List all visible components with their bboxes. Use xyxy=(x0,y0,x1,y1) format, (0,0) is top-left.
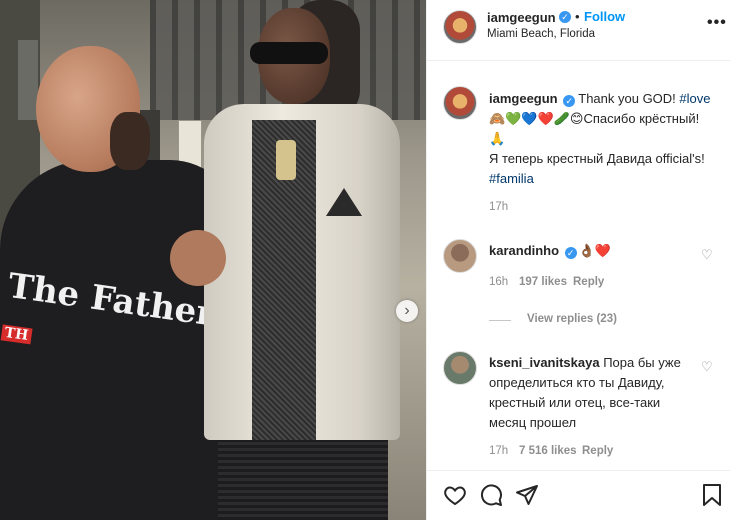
avatar[interactable] xyxy=(443,10,477,44)
follow-button[interactable]: Follow xyxy=(584,9,625,24)
caption-avatar[interactable] xyxy=(443,86,477,120)
caption-text-line4: Я теперь крестный Давида official's! xyxy=(489,151,705,166)
comment-reply-button[interactable]: Reply xyxy=(573,276,604,288)
person-right-pants xyxy=(218,440,388,520)
hashtag-love[interactable]: #love xyxy=(679,91,710,106)
hashtag-familia[interactable]: #familia xyxy=(489,171,534,186)
person-right-sunglasses xyxy=(250,42,328,64)
header-username[interactable]: iamgeegun xyxy=(487,10,556,25)
photo-pipe xyxy=(18,40,38,120)
comment-username[interactable]: karandinho xyxy=(489,243,559,258)
hoodie-print-sub: TH xyxy=(0,324,33,345)
caption-time[interactable]: 17h xyxy=(489,201,508,213)
caption-username[interactable]: iamgeegun xyxy=(489,91,558,106)
verified-icon: ✓ xyxy=(563,95,576,107)
comment-icon[interactable] xyxy=(479,483,503,507)
comment-line-4: месяц прошел xyxy=(489,415,577,430)
post-photo[interactable]: The Father TH › xyxy=(0,0,426,520)
comment-line-3: крестный или отец, все-таки xyxy=(489,395,661,410)
post-sidebar: iamgeegun ✓ • Follow Miami Beach, Florid… xyxy=(426,0,730,520)
comments-list: iamgeegun ✓ Thank you GOD! #love 🙈💚💙❤️🥒😊С… xyxy=(427,61,730,471)
comment-avatar-kseni[interactable] xyxy=(443,351,477,385)
share-icon[interactable] xyxy=(515,483,539,507)
comment-line-1: Пора бы уже xyxy=(603,355,681,370)
next-photo-button[interactable]: › xyxy=(396,300,418,322)
comment-time[interactable]: 17h xyxy=(489,445,508,457)
person-right-chain xyxy=(276,140,296,180)
comment-text-2: kseni_ivanitskaya Пора бы уже определить… xyxy=(489,353,695,433)
separator-dot: • xyxy=(575,9,580,24)
comment-likes[interactable]: 197 likes xyxy=(519,276,567,288)
caption-text-line2: Спасибо крёстный! xyxy=(583,111,700,126)
view-replies-line xyxy=(489,320,511,321)
instagram-post: The Father TH › iamgeegun ✓ • Follow Mia… xyxy=(0,0,730,520)
location-link[interactable]: Miami Beach, Florida xyxy=(487,28,595,40)
comment-time[interactable]: 16h xyxy=(489,276,508,288)
jacket-triangle-logo xyxy=(326,188,362,216)
caption-text: iamgeegun ✓ Thank you GOD! #love 🙈💚💙❤️🥒😊С… xyxy=(489,89,719,189)
view-replies-button[interactable]: View replies (23) xyxy=(527,313,617,325)
caption-pray-emoji: 🙏 xyxy=(489,131,506,146)
comment-reply-button[interactable]: Reply xyxy=(582,445,613,457)
comment-emoji: 👌🏾❤️ xyxy=(578,243,612,258)
action-bar xyxy=(427,470,730,521)
handshake xyxy=(170,230,226,286)
comment-likes[interactable]: 7 516 likes xyxy=(519,445,577,457)
caption-emoji-line: 🙈💚💙❤️🥒😊 xyxy=(489,111,584,126)
person-left-beard xyxy=(110,112,150,170)
caption-text-line1: Thank you GOD! xyxy=(578,91,680,106)
bookmark-icon[interactable] xyxy=(701,483,723,507)
verified-icon: ✓ xyxy=(564,247,577,259)
comment-like-heart-icon[interactable]: ♡ xyxy=(701,359,713,375)
heart-icon[interactable] xyxy=(443,483,467,507)
comment-username[interactable]: kseni_ivanitskaya xyxy=(489,355,600,370)
verified-icon: ✓ xyxy=(559,11,571,23)
comment-line-2: определиться кто ты Давиду, xyxy=(489,375,665,390)
chevron-right-icon: › xyxy=(404,302,410,319)
post-header: iamgeegun ✓ • Follow Miami Beach, Florid… xyxy=(427,0,730,61)
comment-avatar-karandinho[interactable] xyxy=(443,239,477,273)
more-icon[interactable]: ••• xyxy=(707,14,727,32)
comment-like-heart-icon[interactable]: ♡ xyxy=(701,247,713,263)
comment-text-1: karandinho ✓ 👌🏾❤️ xyxy=(489,241,689,261)
